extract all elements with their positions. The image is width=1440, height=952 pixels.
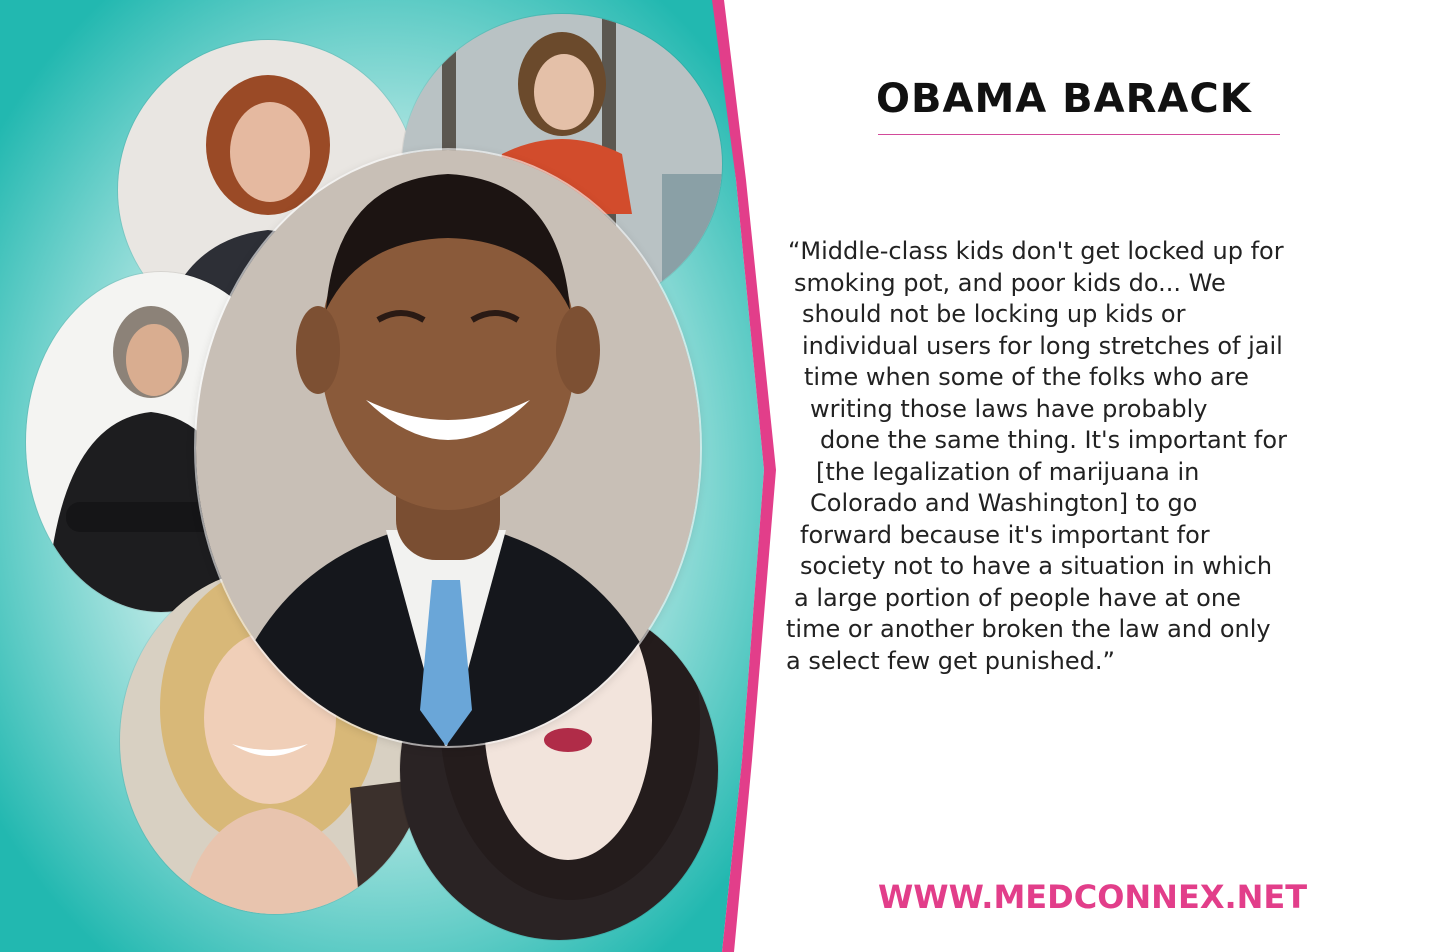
- quote-line: smoking pot, and poor kids do... We: [794, 268, 1226, 297]
- quote-line: writing those laws have probably: [810, 394, 1208, 423]
- quote-line: a select few get punished.”: [786, 646, 1115, 675]
- quote-line: “Middle-class kids don't get locked up f…: [788, 237, 1284, 265]
- quote-line: forward because it's important for: [800, 520, 1210, 549]
- quote-line: done the same thing. It's important for: [820, 426, 1287, 454]
- quote-line: time or another broken the law and only: [786, 615, 1271, 643]
- quote-line: society not to have a situation in which: [800, 552, 1273, 580]
- quote-line: individual users for long stretches of j…: [802, 331, 1283, 360]
- quote-block: “Middle-class kids don't get locked up f…: [782, 236, 1402, 677]
- quote-line: should not be locking up kids or: [802, 300, 1186, 328]
- collage-panel: [0, 0, 780, 952]
- page-title: OBAMA BARACK: [876, 76, 1252, 122]
- website-link[interactable]: WWW.MEDCONNEX.NET: [878, 878, 1307, 916]
- portrait-main-smiling-man: [196, 150, 700, 746]
- quote-line: time when some of the folks who are: [804, 363, 1249, 391]
- quote-line: Colorado and Washington] to go: [810, 489, 1198, 517]
- quote-line: a large portion of people have at one: [794, 583, 1241, 612]
- title-underline: [878, 134, 1280, 135]
- quote-line: [the legalization of marijuana in: [816, 457, 1200, 486]
